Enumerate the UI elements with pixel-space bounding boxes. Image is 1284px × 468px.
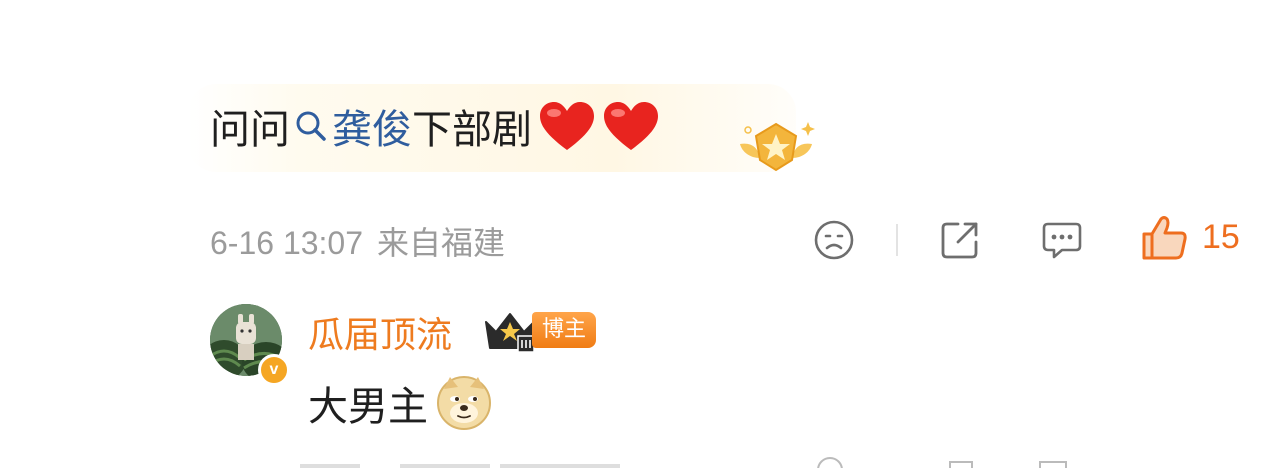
location: 来自福建 bbox=[377, 224, 506, 262]
comment-meta: 6-16 13:07 来自福建 bbox=[210, 218, 505, 264]
next-meta-row-faded bbox=[300, 457, 1067, 468]
action-divider bbox=[896, 224, 898, 256]
heart-emoji bbox=[540, 102, 594, 150]
heart-emoji bbox=[604, 102, 658, 150]
crown-level-icon bbox=[485, 313, 535, 353]
verified-badge: v bbox=[258, 354, 290, 386]
reply-content: 大男主 bbox=[308, 384, 428, 430]
like-thumb-icon[interactable] bbox=[1140, 214, 1190, 262]
like-count: 15 bbox=[1202, 218, 1240, 256]
comment-prefix: 问问 bbox=[210, 107, 290, 153]
timestamp: 6-16 13:07 bbox=[210, 225, 364, 261]
star-medal-icon bbox=[740, 122, 815, 172]
share-icon[interactable] bbox=[938, 218, 982, 262]
topic-label[interactable]: 龚俊 bbox=[332, 97, 412, 155]
topic-link[interactable]: 龚俊 bbox=[290, 97, 412, 155]
blogger-tag: 博主 bbox=[532, 312, 597, 348]
comment-suffix: 下部剧 bbox=[412, 107, 532, 153]
reply-username[interactable]: 瓜届顶流 bbox=[308, 306, 452, 358]
comment-text: 问问 龚俊 下部剧 bbox=[210, 98, 660, 154]
search-icon bbox=[296, 111, 326, 141]
reply-icon[interactable] bbox=[1040, 218, 1084, 262]
dislike-face-icon[interactable] bbox=[812, 218, 856, 262]
doge-emoji bbox=[437, 376, 491, 430]
reply-text: 大男主 bbox=[308, 374, 492, 432]
